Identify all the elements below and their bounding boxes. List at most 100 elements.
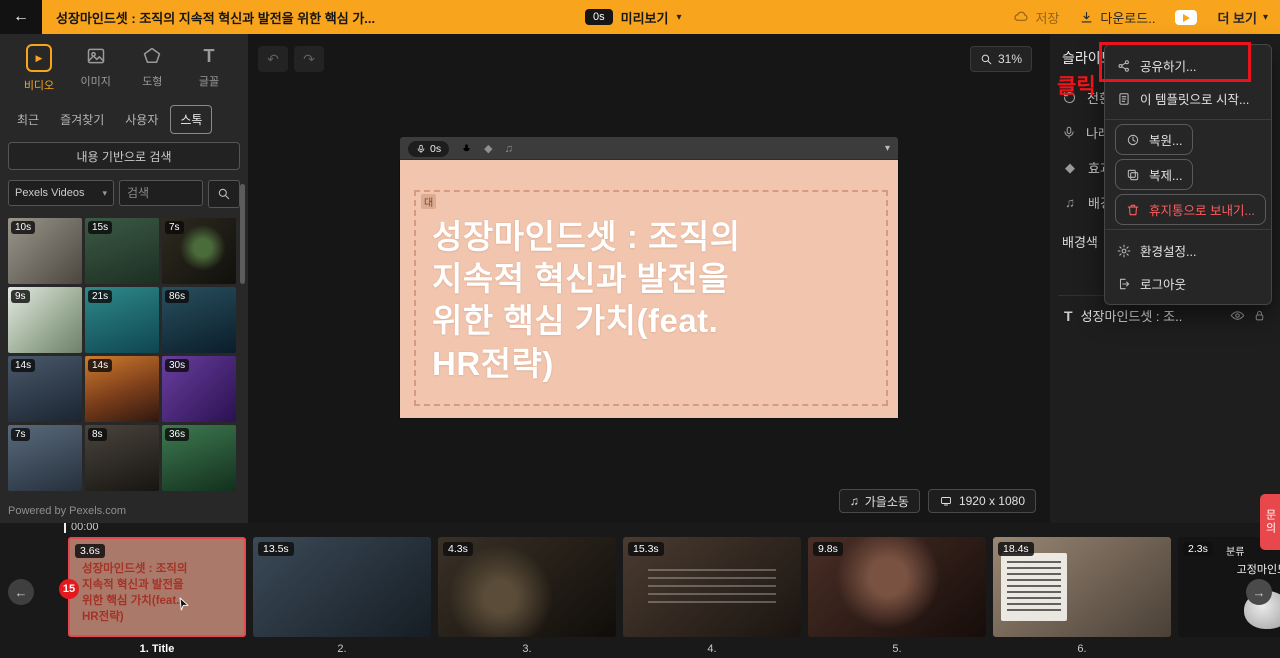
menu-item-duplicate[interactable]: 복제... [1115, 159, 1193, 190]
duration-badge: 8s [88, 428, 107, 441]
element-text: 성장마인드셋 : 조.. [1081, 306, 1183, 325]
topbar-actions: 저장 다운로드.. 더 보기 ▾ [1013, 0, 1268, 34]
menu-item-share[interactable]: 공유하기... [1105, 49, 1271, 82]
stock-video-thumbnail[interactable]: 36s [162, 425, 236, 491]
more-menu-button[interactable]: 더 보기 ▾ [1217, 8, 1268, 27]
stock-video-thumbnail[interactable]: 9s [8, 287, 82, 353]
menu-item-logout[interactable]: 로그아웃 [1105, 267, 1271, 300]
tab-stock[interactable]: 스톡 [170, 105, 212, 134]
playhead-marker[interactable] [64, 523, 66, 533]
menu-item-label: 복원... [1149, 130, 1182, 149]
slide-thumbnail[interactable]: 15.3s [623, 537, 801, 637]
duration-badge: 10s [11, 221, 35, 234]
text-element-icon: T [1064, 308, 1073, 324]
asset-sidebar: ▶ 비디오 이미지 도형 T 글꼴 최근 즐겨찾기 사용자 스톡 내용 기반으로… [0, 34, 248, 523]
stock-video-thumbnail[interactable]: 10s [8, 218, 82, 284]
music-title: 가을소동 [865, 493, 909, 510]
powered-by-label: Powered by Pexels.com [8, 505, 126, 517]
preview-group[interactable]: 0s 미리보기 ▾ [585, 0, 682, 34]
menu-item-restore[interactable]: 복원... [1115, 124, 1193, 155]
size-tag: 대 [421, 194, 436, 209]
stock-video-thumbnail[interactable]: 14s [85, 356, 159, 422]
timeline-slide-3[interactable]: 4.3s 3. [438, 537, 616, 655]
stock-video-thumbnail[interactable]: 86s [162, 287, 236, 353]
eye-icon[interactable] [1230, 308, 1245, 323]
preview-time-badge: 0s [585, 9, 613, 25]
content-based-search-button[interactable]: 내용 기반으로 검색 [8, 142, 240, 170]
download-icon [1079, 10, 1094, 25]
redo-button[interactable]: ↷ [294, 46, 324, 72]
chevron-down-icon[interactable]: ▾ [885, 143, 890, 154]
chevron-down-icon[interactable]: ▾ [676, 12, 681, 23]
background-music-button[interactable]: ♫ 가을소동 [839, 489, 920, 513]
mic-icon[interactable] [461, 142, 472, 155]
tab-recent[interactable]: 최근 [8, 106, 48, 133]
timeline-slide-5[interactable]: 9.8s 5. [808, 537, 986, 655]
menu-item-move-to-trash[interactable]: 휴지통으로 보내기... [1115, 194, 1266, 225]
duration-badge: 7s [11, 428, 30, 441]
slide-canvas[interactable]: 대 성장마인드셋 : 조직의 지속적 혁신과 발전을 위한 핵심 가치(feat… [400, 160, 898, 418]
slide-thumbnail[interactable]: 3.6s 성장마인드셋 : 조직의 지속적 혁신과 발전을 위한 핵심 가치(f… [68, 537, 246, 637]
zoom-button[interactable]: 31% [970, 46, 1032, 72]
inquiry-tab[interactable]: 문의 [1260, 494, 1280, 550]
youtube-icon [1175, 10, 1197, 25]
download-button[interactable]: 다운로드.. [1079, 8, 1155, 27]
stock-video-thumbnail[interactable]: 7s [162, 218, 236, 284]
timeline-slide-4[interactable]: 15.3s 4. [623, 537, 801, 655]
resolution-button[interactable]: 1920 x 1080 [928, 489, 1036, 513]
record-time: 0s [430, 143, 441, 155]
slide-thumbnail[interactable]: 13.5s [253, 537, 431, 637]
music-note-icon[interactable]: ♫ [505, 143, 513, 155]
tab-video[interactable]: ▶ 비디오 [16, 44, 62, 93]
stock-video-thumbnail[interactable]: 7s [8, 425, 82, 491]
menu-item-label: 이 템플릿으로 시작... [1140, 89, 1249, 108]
timeline-slide-6[interactable]: 18.4s 6. [993, 537, 1171, 655]
timeline: 00:00 ← → 15 3.6s 성장마인드셋 : 조직의 지속적 혁신과 발… [0, 523, 1280, 658]
stock-video-thumbnail[interactable]: 15s [85, 218, 159, 284]
timeline-next-button[interactable]: → [1246, 579, 1272, 605]
cloud-icon [1013, 9, 1029, 25]
youtube-button[interactable] [1175, 10, 1197, 25]
search-button[interactable] [208, 180, 240, 208]
record-time-pill[interactable]: 0s [408, 141, 449, 157]
tab-image[interactable]: 이미지 [73, 44, 119, 93]
logout-icon [1117, 277, 1131, 291]
lock-icon[interactable] [1253, 308, 1266, 323]
search-input[interactable] [119, 180, 203, 206]
menu-item-start-from-template[interactable]: 이 템플릿으로 시작... [1105, 82, 1271, 115]
search-icon [980, 53, 993, 66]
tab-text[interactable]: T 글꼴 [186, 44, 232, 93]
tab-favorites[interactable]: 즐겨찾기 [51, 106, 113, 133]
provider-select[interactable]: Pexels Videos ▾ [8, 180, 114, 206]
stock-video-thumbnail[interactable]: 14s [8, 356, 82, 422]
template-icon [1117, 92, 1131, 106]
duration-badge: 9s [11, 290, 30, 303]
undo-button[interactable]: ↶ [258, 46, 288, 72]
timeline-prev-button[interactable]: ← [8, 579, 34, 605]
duration-badge: 14s [88, 359, 112, 372]
stock-video-thumbnail[interactable]: 8s [85, 425, 159, 491]
text-overlay-placeholder [1001, 553, 1067, 621]
menu-item-settings[interactable]: 환경설정... [1105, 234, 1271, 267]
timeline-slide-2[interactable]: 13.5s 2. [253, 537, 431, 655]
tab-shape[interactable]: 도형 [129, 44, 175, 93]
back-button[interactable]: ← [0, 0, 42, 34]
inquiry-label: 문의 [1262, 509, 1278, 535]
search-row: Pexels Videos ▾ [8, 180, 240, 208]
slide-thumbnail[interactable]: 9.8s [808, 537, 986, 637]
share-icon [1117, 59, 1131, 73]
slide-thumbnail[interactable]: 18.4s [993, 537, 1171, 637]
tab-user[interactable]: 사용자 [116, 106, 167, 133]
effect-diamond-icon[interactable]: ◆ [484, 142, 492, 155]
cursor-icon [176, 595, 192, 613]
slide-title-text[interactable]: 성장마인드셋 : 조직의 지속적 혁신과 발전을 위한 핵심 가치(feat. … [432, 216, 876, 385]
timeline-slide-1[interactable]: 15 3.6s 성장마인드셋 : 조직의 지속적 혁신과 발전을 위한 핵심 가… [68, 537, 246, 655]
slide-label: 6. [993, 643, 1171, 655]
menu-item-label: 휴지통으로 보내기... [1149, 200, 1255, 219]
stock-video-thumbnail[interactable]: 30s [162, 356, 236, 422]
save-button[interactable]: 저장 [1013, 8, 1059, 27]
stock-video-thumbnail[interactable]: 21s [85, 287, 159, 353]
resolution-value: 1920 x 1080 [959, 494, 1025, 508]
slide-thumbnail[interactable]: 4.3s [438, 537, 616, 637]
scrollbar[interactable] [240, 184, 245, 284]
